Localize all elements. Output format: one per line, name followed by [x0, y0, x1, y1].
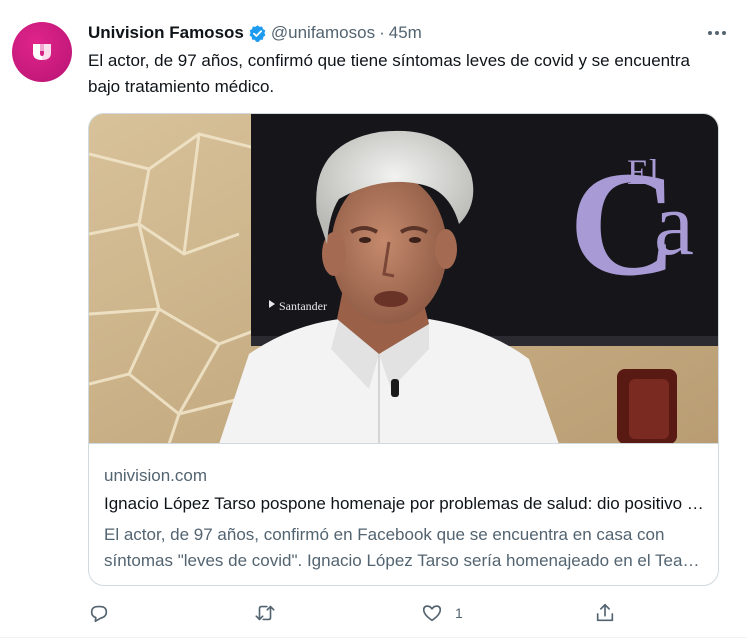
tweet-header: Univision Famosos @unifamosos · 45m	[88, 22, 422, 44]
avatar[interactable]	[12, 22, 72, 82]
univision-logo-icon	[33, 44, 51, 60]
tweet[interactable]: Univision Famosos @unifamosos · 45m El a…	[0, 0, 747, 638]
tweet-actions: 1	[88, 598, 628, 628]
retweet-button[interactable]	[254, 598, 276, 628]
like-button[interactable]: 1	[421, 598, 463, 628]
banner-sponsor: Santander	[279, 299, 327, 313]
card-image: C El a Santander	[89, 114, 718, 444]
share-button[interactable]	[594, 598, 616, 628]
like-count: 1	[455, 605, 463, 621]
retweet-icon	[255, 605, 275, 621]
reply-button[interactable]	[88, 598, 110, 628]
share-icon	[596, 603, 614, 622]
like-icon	[422, 605, 442, 622]
more-dot-icon	[708, 31, 712, 35]
separator-dot: ·	[379, 23, 385, 42]
verified-badge-icon	[249, 24, 266, 42]
card-title: Ignacio López Tarso pospone homenaje por…	[104, 494, 704, 513]
card-domain: univision.com	[104, 466, 207, 485]
link-card[interactable]: C El a Santander univision.com Ignacio L…	[88, 113, 719, 586]
display-name[interactable]: Univision Famosos	[88, 23, 244, 43]
more-options-button[interactable]	[705, 22, 729, 44]
reply-icon	[90, 605, 108, 623]
card-photo: C El a Santander	[89, 114, 718, 443]
card-info: univision.com Ignacio López Tarso pospon…	[104, 464, 704, 574]
more-dot-icon	[715, 31, 719, 35]
banner-letter-fragment: a	[654, 175, 694, 274]
timestamp[interactable]: 45m	[389, 23, 422, 43]
more-dot-icon	[722, 31, 726, 35]
handle[interactable]: @unifamosos	[271, 23, 375, 43]
tweet-text: El actor, de 97 años, confirmó que tiene…	[88, 51, 690, 96]
card-description: El actor, de 97 años, confirmó en Facebo…	[104, 525, 703, 570]
